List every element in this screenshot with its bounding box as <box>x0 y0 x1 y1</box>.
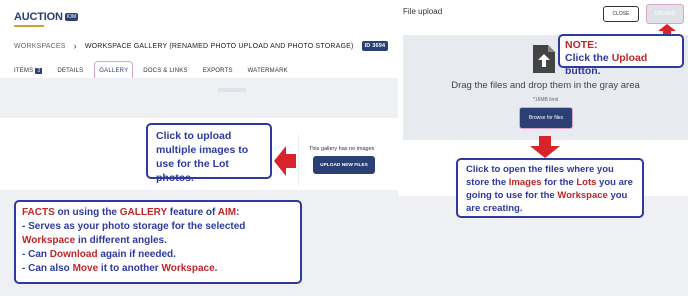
facts-text: - Can also <box>22 263 73 274</box>
facts-text: it to another <box>98 263 162 274</box>
workspace-word: Workspace <box>557 190 608 201</box>
chevron-right-icon: › <box>73 41 77 51</box>
facts-text: on using the <box>54 207 120 218</box>
logo-badge: IOM <box>64 13 79 21</box>
breadcrumb-workspaces[interactable]: WORKSPACES <box>14 43 66 50</box>
file-upload-icon <box>533 45 555 73</box>
upload-word: Upload <box>611 52 648 64</box>
note-line: Click the Upload button. <box>565 52 677 78</box>
faint-placeholder <box>218 88 246 92</box>
workspace-id-badge: ID 3694 <box>361 41 389 51</box>
callout-note: NOTE: Click the Upload button. <box>558 34 684 77</box>
move-word: Move <box>72 263 99 274</box>
facts-text: . <box>214 263 218 274</box>
arrow-left-icon <box>274 146 296 176</box>
download-word: Download <box>49 249 98 260</box>
drop-instructions: Drag the files and drop them in the gray… <box>451 80 640 91</box>
tab-items-label: ITEMS <box>14 68 34 74</box>
breadcrumb-current: WORKSPACE GALLERY (RENAMED PHOTO UPLOAD … <box>84 42 354 50</box>
facts-line-3: - Can Download again if needed. <box>22 248 294 262</box>
open-files-text: for the <box>541 177 577 188</box>
images-word: Images <box>508 177 542 188</box>
note-text: Click the <box>565 52 612 64</box>
modal-title: File upload <box>403 7 443 16</box>
close-button[interactable]: CLOSE <box>603 6 639 22</box>
tab-details-label: DETAILS <box>57 68 84 74</box>
facts-text: feature of <box>167 207 218 218</box>
facts-line-1: FACTS on using the GALLERY feature of AI… <box>22 206 294 220</box>
empty-gallery-text: This gallery has no images <box>309 146 375 152</box>
size-limit: *16MB limit <box>532 97 559 103</box>
tab-exports-label: EXPORTS <box>202 68 233 74</box>
facts-text: : <box>236 207 240 218</box>
tab-docs-links[interactable]: DOCS & LINKS <box>143 68 187 74</box>
logo-word: AUCTION <box>14 11 63 23</box>
facts-word: FACTS <box>22 207 55 218</box>
gallery-header-band <box>0 78 398 118</box>
items-count-badge: 3 <box>35 68 43 74</box>
arrow-down-icon <box>530 136 560 158</box>
tab-docs-links-label: DOCS & LINKS <box>143 68 188 74</box>
tab-gallery-label: GALLERY <box>99 68 129 74</box>
note-label: NOTE: <box>565 39 598 51</box>
workspace-word: Workspace <box>161 263 215 274</box>
breadcrumb: WORKSPACES › WORKSPACE GALLERY (RENAMED … <box>14 41 389 51</box>
facts-text: - Serves as your photo storage for the s… <box>22 221 246 232</box>
lots-word: Lots <box>576 177 597 188</box>
facts-line-2: - Serves as your photo storage for the s… <box>22 220 294 248</box>
note-text: button. <box>565 65 601 77</box>
tab-exports[interactable]: EXPORTS <box>203 68 233 74</box>
logo-underline <box>14 25 44 27</box>
tab-items[interactable]: ITEMS 3 <box>14 68 43 74</box>
facts-line-4: - Can also Move it to another Workspace. <box>22 262 294 276</box>
callout-upload-multiple: Click to upload multiple images to use f… <box>146 123 272 184</box>
tab-watermark[interactable]: WATERMARK <box>248 68 288 74</box>
callout-gallery-facts: FACTS on using the GALLERY feature of AI… <box>14 200 302 284</box>
aim-word: AIM <box>217 207 237 218</box>
workspace-word: Workspace <box>22 235 76 246</box>
facts-text: again if needed. <box>97 249 176 260</box>
facts-text: in different angles. <box>75 235 167 246</box>
gallery-word: GALLERY <box>119 207 168 218</box>
callout-open-files: Click to open the files where you store … <box>456 158 644 218</box>
upload-new-files-button[interactable]: UPLOAD NEW FILES <box>313 156 375 174</box>
tab-watermark-label: WATERMARK <box>247 68 288 74</box>
facts-text: - Can <box>22 249 50 260</box>
browse-files-button[interactable]: Browse for files <box>519 107 573 129</box>
tab-details[interactable]: DETAILS <box>57 68 83 74</box>
empty-gallery-card: This gallery has no images UPLOAD NEW FI… <box>298 134 386 186</box>
auction-logo[interactable]: AUCTION IOM <box>14 11 79 23</box>
upload-button[interactable]: UPLOAD <box>646 4 684 24</box>
